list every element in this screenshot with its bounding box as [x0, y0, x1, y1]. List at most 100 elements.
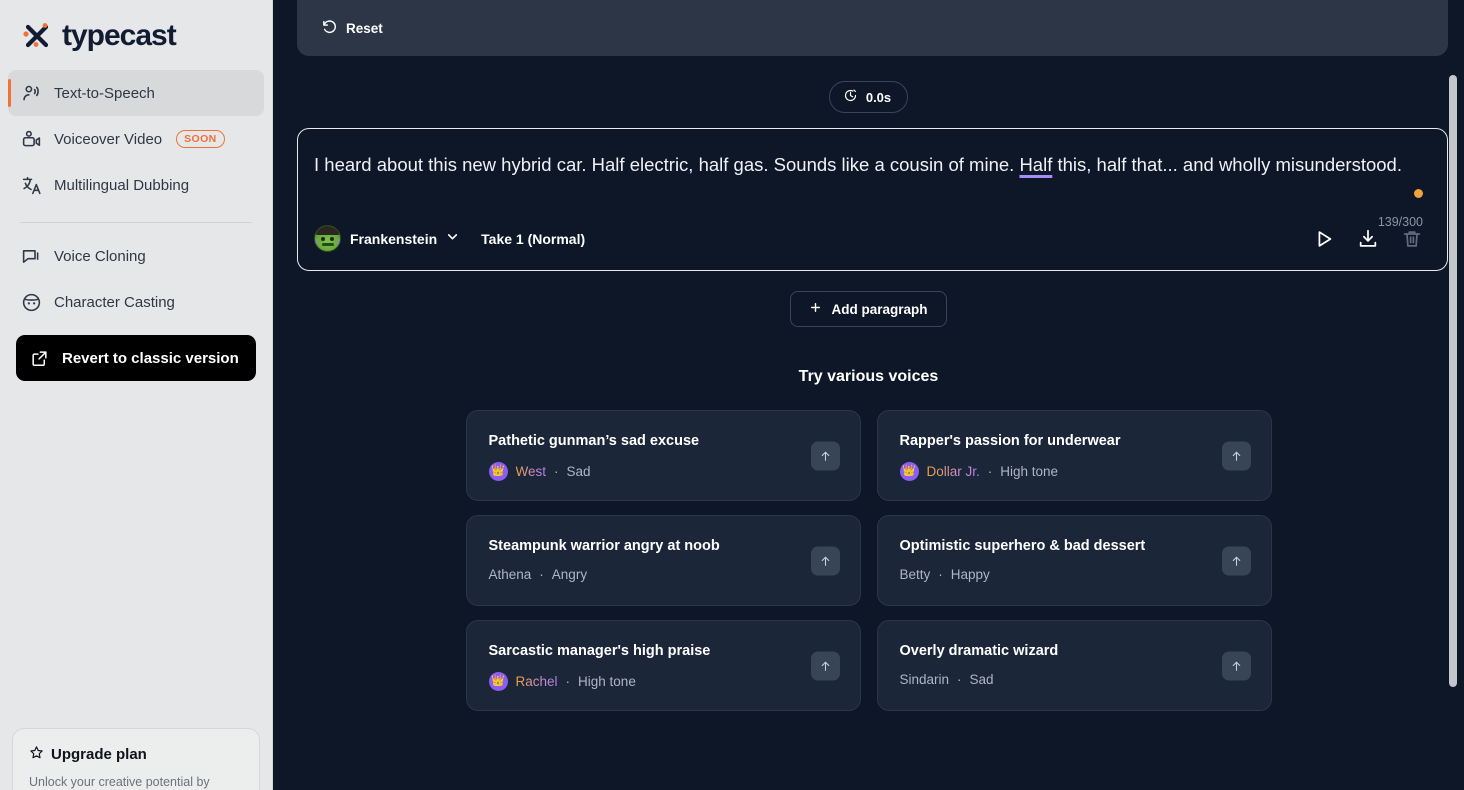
- download-icon[interactable]: [1357, 228, 1379, 250]
- sidebar-item-voiceover-video[interactable]: Voiceover Video SOON: [8, 116, 264, 162]
- duration-chip[interactable]: 0.0s: [828, 81, 909, 113]
- arrow-up-icon[interactable]: [810, 651, 840, 680]
- voice-card-voice-name: Betty: [899, 567, 931, 582]
- upgrade-plan-title-row: Upgrade plan: [29, 745, 243, 764]
- voice-selector[interactable]: Frankenstein: [314, 225, 459, 252]
- try-various-voices-title: Try various voices: [798, 368, 939, 385]
- voice-card[interactable]: Pathetic gunman’s sad excuse 👑 West · Sa…: [465, 410, 861, 501]
- voice-card-voice-name: Athena: [488, 567, 532, 582]
- arrow-up-icon[interactable]: [1221, 441, 1251, 470]
- sidebar-item-text-to-speech[interactable]: Text-to-Speech: [8, 70, 264, 116]
- add-paragraph-label: Add paragraph: [831, 301, 928, 317]
- sidebar-item-label: Voice Cloning: [54, 247, 146, 265]
- sidebar-item-character-casting[interactable]: Character Casting: [8, 279, 264, 325]
- speech-bubble-icon: [20, 245, 42, 267]
- timer-row: 0.0s: [273, 81, 1464, 113]
- voice-card-subtitle: 👑 Dollar Jr. · High tone: [899, 462, 1251, 481]
- plus-icon: [809, 301, 822, 317]
- person-speaking-icon: [20, 82, 42, 104]
- trash-icon[interactable]: [1401, 228, 1423, 250]
- voice-card-separator: ·: [957, 672, 962, 687]
- voice-card[interactable]: Optimistic superhero & bad dessert Betty…: [876, 515, 1272, 606]
- editor-footer: Frankenstein Take 1 (Normal): [314, 225, 1423, 252]
- arrow-up-icon[interactable]: [1221, 651, 1251, 680]
- status-badge-soon: SOON: [176, 130, 225, 148]
- reset-button[interactable]: Reset: [321, 18, 383, 38]
- editor-text-highlight[interactable]: Half: [1019, 154, 1052, 175]
- sidebar-divider: [20, 222, 252, 223]
- voice-card-voice-name: Sindarin: [899, 672, 950, 687]
- voice-card-voice-name: Rachel: [515, 674, 558, 689]
- video-camera-person-icon: [20, 128, 42, 150]
- crown-icon: 👑: [899, 462, 919, 481]
- editor-meta: 139/300: [1378, 185, 1423, 229]
- voice-name-label: Frankenstein: [350, 230, 438, 247]
- editor-text-after: this, half that... and wholly misunderst…: [1052, 154, 1402, 175]
- stopwatch-icon: [843, 88, 858, 106]
- upgrade-plan-card[interactable]: Upgrade plan Unlock your creative potent…: [12, 728, 260, 790]
- revert-to-classic-button[interactable]: Revert to classic version: [16, 335, 256, 381]
- main-content: Reset 0.0s I heard about this new hybrid…: [273, 0, 1464, 790]
- crown-icon: 👑: [488, 672, 508, 691]
- voice-card-style: Angry: [551, 567, 588, 582]
- voice-card-title: Rapper's passion for underwear: [899, 433, 1121, 449]
- play-icon[interactable]: [1313, 228, 1335, 250]
- crown-icon: 👑: [488, 462, 508, 481]
- undo-icon: [321, 18, 338, 38]
- voice-cards-grid: Pathetic gunman’s sad excuse 👑 West · Sa…: [273, 410, 1464, 711]
- arrow-up-icon[interactable]: [1221, 546, 1251, 575]
- arrow-up-icon[interactable]: [810, 441, 840, 470]
- voice-card-title: Optimistic superhero & bad dessert: [899, 538, 1146, 554]
- voice-card[interactable]: Overly dramatic wizard Sindarin · Sad: [876, 620, 1272, 711]
- voice-card-style: High tone: [1000, 464, 1059, 479]
- voice-card-subtitle: Sindarin · Sad: [900, 672, 1251, 687]
- sidebar-item-label: Character Casting: [54, 293, 175, 311]
- character-counter: 139/300: [1377, 215, 1423, 229]
- star-icon: [29, 745, 44, 764]
- voice-card-voice-name: Dollar Jr.: [926, 464, 980, 479]
- sidebar: typecast Text-to-Speech Voiceover Video …: [0, 0, 273, 790]
- face-circle-icon: [20, 291, 42, 313]
- voice-card[interactable]: Steampunk warrior angry at noob Athena ·…: [465, 515, 861, 606]
- typecast-logo-icon: [20, 19, 54, 53]
- vertical-scrollbar[interactable]: [1449, 75, 1457, 687]
- upgrade-plan-description: Unlock your creative potential by upgrad…: [29, 775, 210, 789]
- voice-card-separator: ·: [565, 674, 571, 689]
- sidebar-item-multilingual-dubbing[interactable]: Multilingual Dubbing: [8, 162, 264, 208]
- brand-name: typecast: [62, 19, 177, 52]
- voice-card-subtitle: Betty · Happy: [900, 567, 1251, 582]
- chevron-down-icon[interactable]: [446, 230, 459, 248]
- voice-card-separator: ·: [539, 567, 544, 582]
- sidebar-item-voice-cloning[interactable]: Voice Cloning: [8, 233, 264, 279]
- voice-card-separator: ·: [987, 464, 993, 479]
- voice-card-subtitle: 👑 West · Sad: [488, 462, 840, 481]
- brand-logo[interactable]: typecast: [0, 0, 272, 56]
- voice-card-subtitle: 👑 Rachel · High tone: [488, 672, 840, 691]
- voice-card-title: Sarcastic manager's high praise: [488, 643, 711, 659]
- take-label[interactable]: Take 1 (Normal): [481, 231, 585, 247]
- editor-actions: [1313, 228, 1423, 250]
- sidebar-item-label: Voiceover Video: [54, 130, 163, 148]
- app-root: typecast Text-to-Speech Voiceover Video …: [0, 0, 1464, 790]
- editor-text[interactable]: I heard about this new hybrid car. Half …: [314, 149, 1423, 181]
- add-paragraph-button[interactable]: Add paragraph: [790, 291, 947, 327]
- voice-card-subtitle: Athena · Angry: [489, 567, 840, 582]
- voice-card[interactable]: Rapper's passion for underwear 👑 Dollar …: [876, 410, 1272, 501]
- status-dot-icon: [1414, 189, 1423, 198]
- arrow-up-icon[interactable]: [810, 546, 840, 575]
- voice-card-style: Sad: [566, 464, 591, 479]
- voice-card-style: High tone: [578, 674, 636, 689]
- reset-button-label: Reset: [346, 20, 383, 36]
- translate-icon: [20, 174, 42, 196]
- voice-card[interactable]: Sarcastic manager's high praise 👑 Rachel…: [465, 620, 861, 711]
- voice-card-separator: ·: [938, 567, 943, 582]
- voice-card-voice-name: West: [515, 464, 547, 479]
- top-toolbar: Reset: [297, 0, 1448, 56]
- voice-card-title: Steampunk warrior angry at noob: [488, 538, 720, 554]
- revert-button-label: Revert to classic version: [62, 349, 239, 367]
- paragraph-editor-card[interactable]: I heard about this new hybrid car. Half …: [297, 128, 1448, 271]
- add-paragraph-row: Add paragraph: [273, 291, 1464, 327]
- frankenstein-avatar: [314, 225, 341, 252]
- voice-card-style: Happy: [950, 567, 990, 582]
- voice-card-style: Sad: [969, 672, 994, 687]
